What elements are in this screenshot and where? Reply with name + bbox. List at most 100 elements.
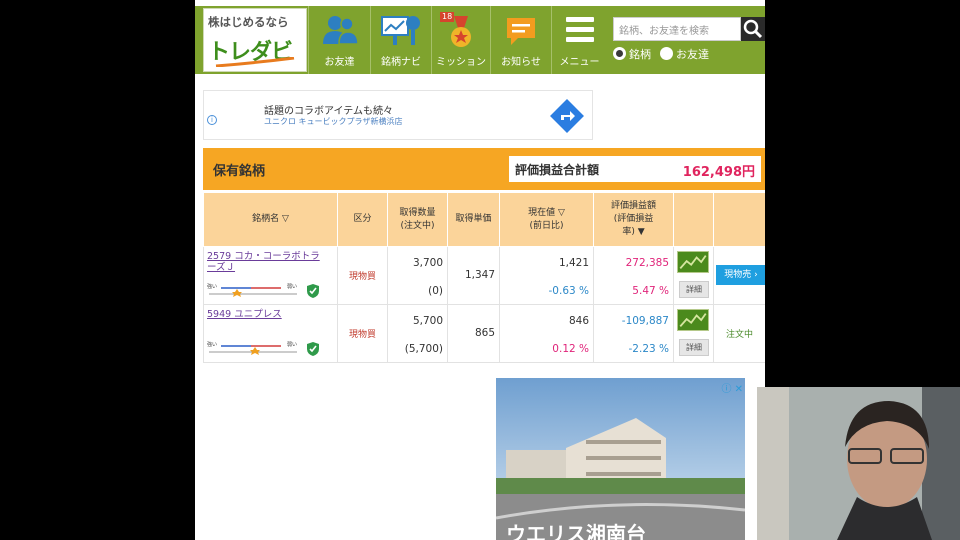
menu-icon [565,17,594,42]
stock-navi-icon [381,16,420,45]
ad-close-icon[interactable]: ⓘ ✕ [721,380,743,395]
nav-menu-label: メニュー [559,57,600,68]
radio-stock-label: 銘柄 [629,48,651,61]
table-row: 2579 コカ・コーラボトラーズＪ 強い 弱い 現物買 3,700 (0) 1,… [203,246,765,305]
holdings-header: 保有銘柄 評価損益合計額 162,498円 [203,148,765,190]
table-header-row: 銘柄名 ▽ 区分 取得数量 (注文中) 取得単価 現在値 ▽ (前日比) 評価損益額… [203,192,765,247]
nav-friends-label: お友達 [324,57,355,68]
col-qty-line2: (注文中) [400,220,435,231]
meter-right-label: 弱い [287,342,297,348]
action-cell: 現物売 › [713,246,765,305]
table-row: 5949 ユニプレス 強い 弱い 現物買 5,700 (5,700) 865 8… [203,304,765,363]
chart-icon[interactable] [677,251,709,273]
pl-cell: 272,385 5.47 % [593,246,674,305]
friends-icon [322,16,359,45]
change-value: -0.63 % [548,285,589,297]
radio-friends-label: お友達 [676,48,709,61]
col-chart [673,192,714,247]
col-kubun: 区分 [337,192,388,247]
change-value: 0.12 % [552,343,589,355]
col-qty: 取得数量 (注文中) [387,192,448,247]
qty-value: 3,700 [412,257,443,269]
search-button[interactable] [741,17,765,41]
price-value: 865 [474,327,495,339]
col-pl-line3: 率) ▼ [622,227,645,237]
action-cell: 注文中 [713,304,765,363]
now-value: 846 [568,315,589,327]
ad-banner-top[interactable]: i 話題のコラボアイテムも続々 ユニクロ キュービックプラザ新横浜店 [203,90,593,140]
sell-button[interactable]: 現物売 › [716,265,765,285]
webcam-person-image [757,387,960,540]
price-cell: 1,347 [447,246,500,305]
ad-info-icon[interactable]: i [207,115,217,125]
nav-notice[interactable]: お知らせ [490,6,551,74]
page: 株はじめるなら トレダビ お友達 銘柄ナビ 18 ミッション お知らせ メニュー… [195,0,765,540]
logo-swoosh-icon [215,57,295,67]
logo-tagline: 株はじめるなら [208,15,289,29]
radio-stock[interactable]: 銘柄 [613,46,651,62]
nav-mission-label: ミッション [436,57,486,68]
kubun-cell: 現物買 [337,246,388,305]
ad-banner-bottom[interactable]: ⓘ ✕ ウエリス湘南台 [496,378,745,540]
pl-value: 272,385 [625,257,669,269]
total-pl-label: 評価損益合計額 [515,163,600,177]
webcam-overlay [757,387,960,540]
qty-pending: (5,700) [404,343,443,355]
chart-cell: 詳細 [673,304,714,363]
shield-icon [307,284,319,298]
pl-cell: -109,887 -2.23 % [593,304,674,363]
nav-mission[interactable]: 18 ミッション [431,6,490,74]
notice-icon [507,18,535,45]
qty-value: 5,700 [412,315,443,327]
qty-cell: 3,700 (0) [387,246,448,305]
stock-name-cell: 5949 ユニプレス 強い 弱い [203,304,338,363]
search-input[interactable]: 銘柄、お友達を検索 [613,17,741,41]
strength-meter: 強い 弱い [207,341,297,355]
stock-name-cell: 2579 コカ・コーラボトラーズＪ 強い 弱い [203,246,338,305]
detail-button[interactable]: 詳細 [679,281,709,298]
col-pl-line2: (評価損益 [613,214,654,224]
col-qty-line1: 取得数量 [399,207,436,218]
col-now-line1: 現在値 ▽ [528,207,565,218]
meter-right-label: 弱い [287,284,297,290]
col-now[interactable]: 現在値 ▽ (前日比) [499,192,594,247]
col-pl[interactable]: 評価損益額 (評価損益率) ▼ [593,192,674,247]
nav-stock-navi[interactable]: 銘柄ナビ [370,6,431,74]
col-name[interactable]: 銘柄名 ▽ [203,192,338,247]
col-pl-line1: 評価損益額 [610,201,656,211]
nav-notice-label: お知らせ [501,57,541,68]
site-logo[interactable]: 株はじめるなら トレダビ [203,8,307,72]
stock-name-link[interactable]: 5949 ユニプレス [207,309,329,320]
meter-left-label: 強い [207,283,217,290]
nav-friends[interactable]: お友達 [308,6,370,74]
now-value: 1,421 [558,257,589,269]
price-value: 1,347 [464,269,495,281]
pl-rate: 5.47 % [632,285,669,297]
directions-arrow-icon[interactable] [550,99,584,133]
ad-building-image [496,378,745,540]
chart-cell: 詳細 [673,246,714,305]
nav-stock-navi-label: 銘柄ナビ [381,57,421,68]
chart-icon[interactable] [677,309,709,331]
qty-cell: 5,700 (5,700) [387,304,448,363]
qty-pending: (0) [428,285,443,297]
shield-icon [307,342,319,356]
pl-value: -109,887 [621,315,669,327]
site-header: 株はじめるなら トレダビ お友達 銘柄ナビ 18 ミッション お知らせ メニュー… [195,6,765,74]
kubun-cell: 現物買 [337,304,388,363]
ad-top-headline: 話題のコラボアイテムも続々 [264,106,393,117]
radio-friends-dot [660,47,673,60]
radio-friends[interactable]: お友達 [660,46,709,62]
radio-stock-dot [613,47,626,60]
col-price: 取得単価 [447,192,500,247]
pl-rate: -2.23 % [628,343,669,355]
price-cell: 865 [447,304,500,363]
nav-menu[interactable]: メニュー [551,6,607,74]
total-pl-box: 評価損益合計額 162,498円 [509,156,761,182]
mission-medal-icon [451,16,471,47]
detail-button[interactable]: 詳細 [679,339,709,356]
stock-name-link[interactable]: 2579 コカ・コーラボトラーズＪ [207,251,329,273]
now-cell: 846 0.12 % [499,304,594,363]
search-icon [743,19,763,39]
holdings-table: 銘柄名 ▽ 区分 取得数量 (注文中) 取得単価 現在値 ▽ (前日比) 評価損益額… [203,192,765,363]
